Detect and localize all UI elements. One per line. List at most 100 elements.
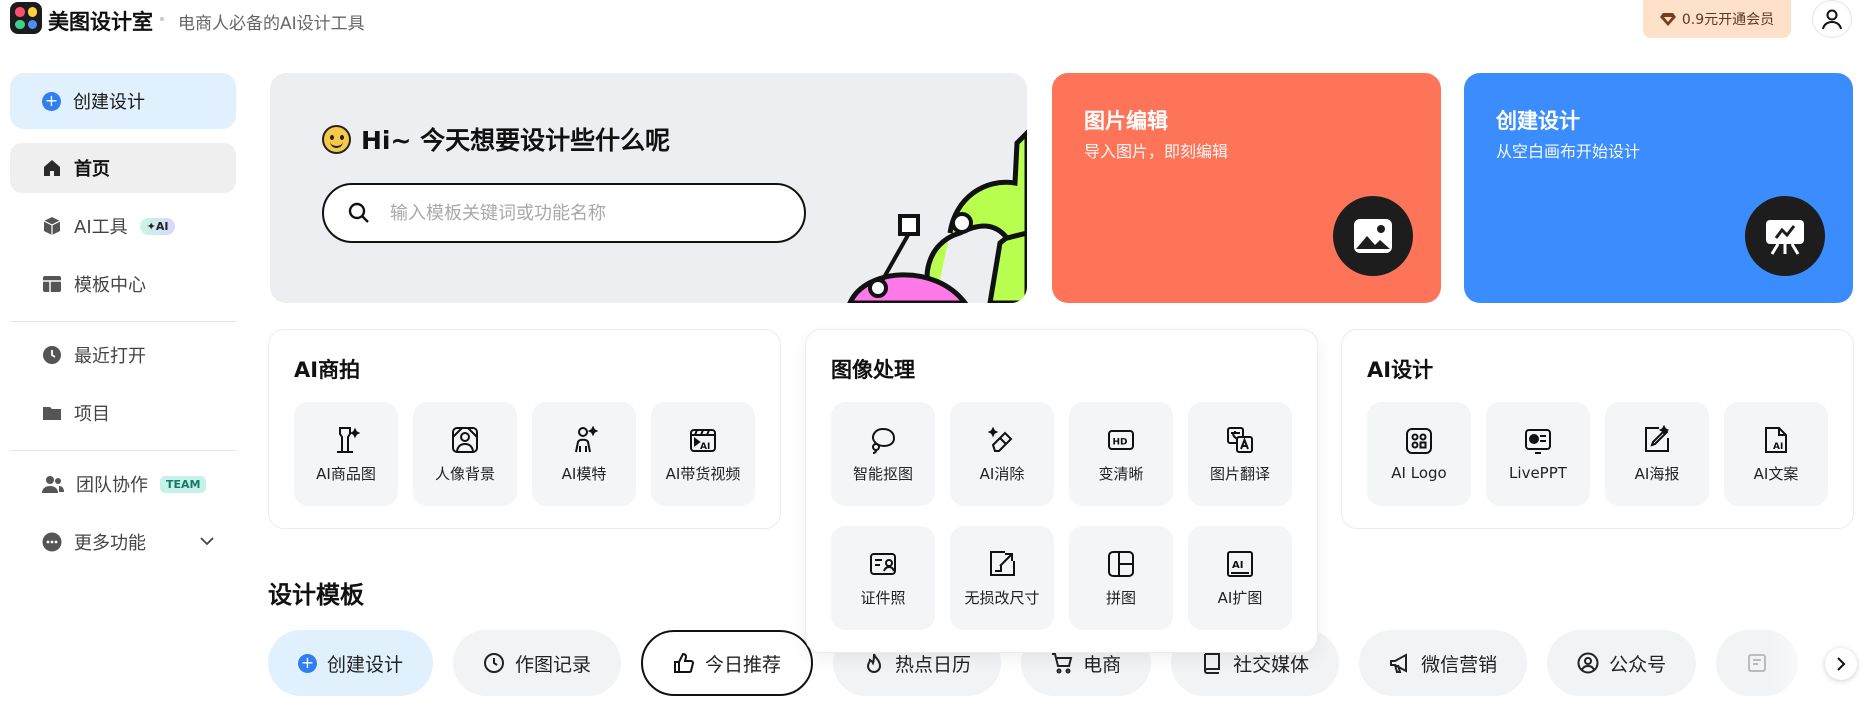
eraser-icon (987, 426, 1013, 452)
create-design-card[interactable]: 创建设计 从空白画布开始设计 (1464, 73, 1853, 303)
tool-lossless-resize[interactable]: 无损改尺寸 (950, 526, 1054, 630)
sidebar-item-label: 首页 (74, 159, 110, 180)
tool-label: 智能抠图 (852, 464, 913, 483)
chevron-down-icon[interactable] (200, 534, 214, 550)
megaphone-icon (1390, 653, 1408, 673)
book-icon (1204, 653, 1221, 674)
hero-search-input[interactable] (390, 202, 770, 224)
chip-wechat-marketing[interactable]: 微信营销 (1359, 630, 1528, 696)
create-design-title: 创建设计 (1496, 109, 1580, 133)
tool-label: 无损改尺寸 (964, 588, 1040, 607)
ai-document-icon: AI (1765, 426, 1787, 453)
clock-icon (484, 653, 505, 673)
chips-next-button[interactable] (1825, 648, 1857, 680)
more-icon (42, 532, 62, 552)
svg-text:HD: HD (1113, 437, 1128, 447)
tool-label: 变清晰 (1098, 464, 1144, 483)
sidebar-item-templates[interactable]: 模板中心 (10, 259, 236, 309)
panel-title: AI设计 (1367, 358, 1434, 382)
tool-ai-product-image[interactable]: AI商品图 (294, 402, 398, 506)
tool-ai-promo-video[interactable]: AI AI带货视频 (651, 402, 755, 506)
chip-history[interactable]: 作图记录 (453, 630, 622, 696)
tool-image-translate[interactable]: 图片翻译 (1188, 402, 1292, 506)
sidebar-item-label: AI工具 (74, 217, 128, 238)
brand-logo[interactable] (10, 2, 42, 34)
logo-grid-icon (1406, 428, 1432, 454)
svg-text:AI: AI (700, 442, 710, 452)
user-icon (1822, 9, 1842, 30)
team-icon (42, 476, 64, 493)
tool-ai-poster[interactable]: AI海报 (1605, 402, 1709, 506)
canvas-board-icon (1745, 196, 1825, 276)
tool-id-photo[interactable]: 证件照 (831, 526, 935, 630)
chip-label: 社交媒体 (1233, 653, 1310, 676)
tool-collage[interactable]: 拼图 (1069, 526, 1173, 630)
template-icon (43, 276, 61, 292)
tool-portrait-background[interactable]: 人像背景 (413, 402, 517, 506)
video-ai-icon: AI (690, 428, 716, 452)
user-avatar[interactable] (1812, 0, 1852, 38)
folder-icon (43, 407, 61, 420)
id-card-icon (870, 552, 896, 575)
translate-icon (1227, 426, 1253, 453)
chevron-right-icon (1837, 657, 1846, 671)
sidebar-item-recent[interactable]: 最近打开 (10, 330, 236, 380)
clock-icon (43, 346, 61, 364)
collage-grid-icon (1108, 550, 1134, 577)
chip-label: 热点日历 (895, 653, 972, 676)
brand-name[interactable]: 美图设计室 (48, 6, 153, 36)
chip-today-recommend[interactable]: 今日推荐 (641, 630, 814, 696)
sidebar-item-team[interactable]: 团队协作 TEAM (10, 459, 236, 509)
chip-label: 公众号 (1609, 653, 1667, 676)
tool-ai-eraser[interactable]: AI消除 (950, 402, 1054, 506)
vip-button[interactable]: 0.9元开通会员 (1643, 0, 1791, 38)
separator-dot (160, 17, 164, 21)
sidebar-item-ai-tools[interactable]: AI工具 ✦AI (10, 201, 236, 251)
sidebar-divider (10, 450, 236, 451)
slogan: 电商人必备的AI设计工具 (178, 14, 365, 34)
team-badge: TEAM (160, 475, 207, 493)
tool-label: 拼图 (1105, 588, 1136, 607)
smile-emoji-icon (322, 124, 351, 154)
tool-ai-expand[interactable]: AI AI扩图 (1188, 526, 1292, 630)
user-circle-icon (1577, 652, 1599, 674)
chip-create-design[interactable]: + 创建设计 (268, 630, 434, 696)
tool-ai-copywriting[interactable]: AI AI文案 (1724, 402, 1828, 506)
sidebar-item-label: 项目 (74, 404, 110, 425)
tool-label: 人像背景 (434, 464, 495, 483)
poster-pen-icon (1645, 424, 1670, 452)
vip-label: 0.9元开通会员 (1681, 12, 1775, 28)
tool-label: AI Logo (1391, 464, 1447, 482)
document-list-icon (1748, 654, 1767, 672)
sidebar-create-button[interactable]: + 创建设计 (10, 73, 236, 129)
tool-liveppt[interactable]: LivePPT (1486, 402, 1590, 506)
tool-label: LivePPT (1509, 464, 1567, 482)
tool-label: AI消除 (979, 464, 1025, 483)
ai-expand-icon: AI (1227, 550, 1253, 577)
plus-icon: + (298, 653, 317, 673)
sidebar-divider (10, 321, 236, 322)
image-edit-subtitle: 导入图片，即刻编辑 (1084, 142, 1229, 161)
sidebar-item-home[interactable]: 首页 (10, 143, 236, 193)
image-edit-card[interactable]: 图片编辑 导入图片，即刻编辑 (1052, 73, 1441, 303)
tool-ai-model[interactable]: AI模特 (532, 402, 636, 506)
svg-text:AI: AI (1773, 442, 1783, 452)
ai-badge: ✦AI (139, 217, 176, 235)
hero-search-box[interactable] (322, 183, 806, 243)
tool-enhance[interactable]: HD 变清晰 (1069, 402, 1173, 506)
tool-smart-cutout[interactable]: 智能抠图 (831, 402, 935, 506)
chip-official-account[interactable]: 公众号 (1547, 630, 1697, 696)
image-icon (1333, 196, 1413, 276)
search-icon[interactable] (348, 202, 370, 224)
sidebar-item-more[interactable]: 更多功能 (10, 517, 236, 567)
tool-label: AI扩图 (1217, 588, 1263, 607)
diamond-icon (1659, 13, 1676, 26)
sidebar-item-projects[interactable]: 项目 (10, 388, 236, 438)
tool-label: AI带货视频 (665, 464, 741, 483)
tool-ai-logo[interactable]: AI Logo (1367, 402, 1471, 506)
tool-label: AI模特 (561, 464, 607, 483)
panel-title: AI商拍 (294, 358, 361, 382)
tool-label: 证件照 (860, 588, 906, 607)
hero-illustration (847, 129, 1027, 303)
home-icon (44, 160, 60, 176)
